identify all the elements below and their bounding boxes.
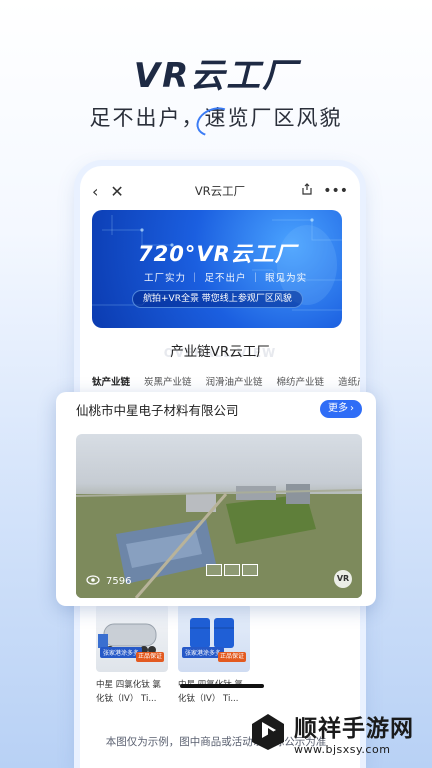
product-name: 中星 四氯化钛 氯化钛（IV） Ti... [96,680,161,704]
brand-name: 顺祥手游网 [294,715,414,742]
back-icon[interactable]: ‹ [92,182,98,201]
view-count: 7596 [86,575,131,588]
genuine-badge: 正品保证 [217,652,246,662]
thumbnail[interactable] [224,564,240,576]
chevron-right-icon: › [350,403,354,414]
banner-pill: 航拍+VR全景 带您线上参观厂区风貌 [132,290,303,308]
product-name: 中星 四氯化钛 氯化钛（IV） Ti... [178,680,243,704]
eye-icon [86,575,100,588]
home-indicator [180,684,264,688]
brand-logo-icon [248,712,288,752]
brand-watermark: 顺祥手游网 www.bjsxsy.com [248,700,428,764]
headline: VR云工厂 [133,56,299,96]
panorama-view[interactable]: 7596 VR [76,434,362,598]
product-list: 张家港涂多多 正品保证 中星 四氯化钛 氯化钛（IV） Ti... 张家港涂多多… [96,604,346,714]
vr-icon[interactable]: VR [334,570,352,588]
company-card[interactable]: 仙桃市中星电子材料有限公司 更多 › 7596 VR [56,392,376,606]
product-card[interactable]: 张家港涂多多 正品保证 中星 四氯化钛 氯化钛（IV） Ti... [178,604,250,714]
close-icon[interactable]: ✕ [110,182,123,201]
more-dots-icon[interactable]: ••• [323,183,348,199]
panorama-thumbnails [206,564,258,576]
promo-banner[interactable]: 720°VR云工厂 工厂实力 ｜ 足不出户 ｜ 眼见为实 航拍+VR全景 带您线… [92,210,342,328]
more-label: 更多 [328,403,348,414]
more-button[interactable]: 更多 › [320,400,362,418]
circuit-pattern [92,215,342,311]
product-card[interactable]: 张家港涂多多 正品保证 中星 四氯化钛 氯化钛（IV） Ti... [96,604,168,714]
thumbnail[interactable] [242,564,258,576]
product-image-tanker: 张家港涂多多 正品保证 [96,604,168,672]
brand-url: www.bjsxsy.com [294,742,391,756]
banner-title: 720°VR云工厂 [138,242,297,266]
banner-subtitle: 工厂实力 ｜ 足不出户 ｜ 眼见为实 [144,273,308,284]
share-icon[interactable] [301,183,313,199]
view-count-value: 7596 [106,576,132,587]
section-title: 产业链VR云工厂 [170,344,270,360]
subline: 足不出户，速览厂区风貌 [0,102,432,142]
genuine-badge: 正品保证 [135,652,164,662]
thumbnail[interactable] [206,564,222,576]
product-image-drums: 张家港涂多多 正品保证 [178,604,250,672]
company-name: 仙桃市中星电子材料有限公司 [76,403,239,418]
app-navbar: ‹ ✕ VR云工厂 ••• [80,178,360,204]
